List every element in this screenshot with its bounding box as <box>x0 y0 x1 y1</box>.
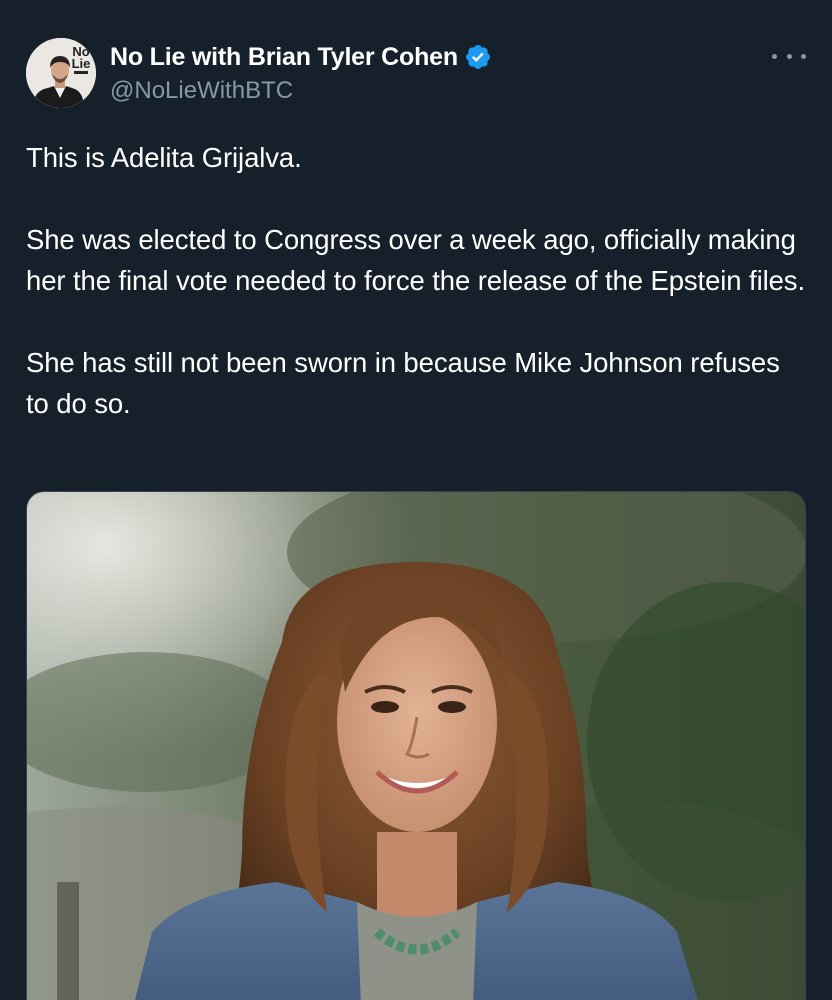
tweet-header: No Lie No Lie with Brian Tyler Cohen @No… <box>26 38 806 108</box>
more-options-icon[interactable] <box>772 46 806 66</box>
tweet-paragraph: This is Adelita Grijalva. <box>26 142 302 173</box>
avatar-logo-text-bottom: Lie <box>72 56 91 71</box>
tweet-paragraph: She was elected to Congress over a week … <box>26 224 805 296</box>
more-dot <box>772 53 777 59</box>
more-dot <box>801 53 806 59</box>
author-handle[interactable]: @NoLieWithBTC <box>110 77 492 105</box>
avatar-image: No Lie <box>26 38 96 108</box>
author-info: No Lie with Brian Tyler Cohen @NoLieWith… <box>110 40 492 105</box>
tweet-card[interactable]: No Lie No Lie with Brian Tyler Cohen @No… <box>0 0 832 1000</box>
tweet-paragraph: She has still not been sworn in because … <box>26 347 780 419</box>
avatar[interactable]: No Lie <box>26 38 96 108</box>
tweet-text: This is Adelita Grijalva. She was electe… <box>26 137 806 424</box>
name-row: No Lie with Brian Tyler Cohen <box>110 40 492 74</box>
tweet-media-photo[interactable] <box>26 491 806 1000</box>
verified-badge-icon <box>464 43 492 71</box>
more-dot <box>786 53 792 59</box>
display-name[interactable]: No Lie with Brian Tyler Cohen <box>110 43 458 72</box>
portrait-photo <box>27 492 805 1000</box>
